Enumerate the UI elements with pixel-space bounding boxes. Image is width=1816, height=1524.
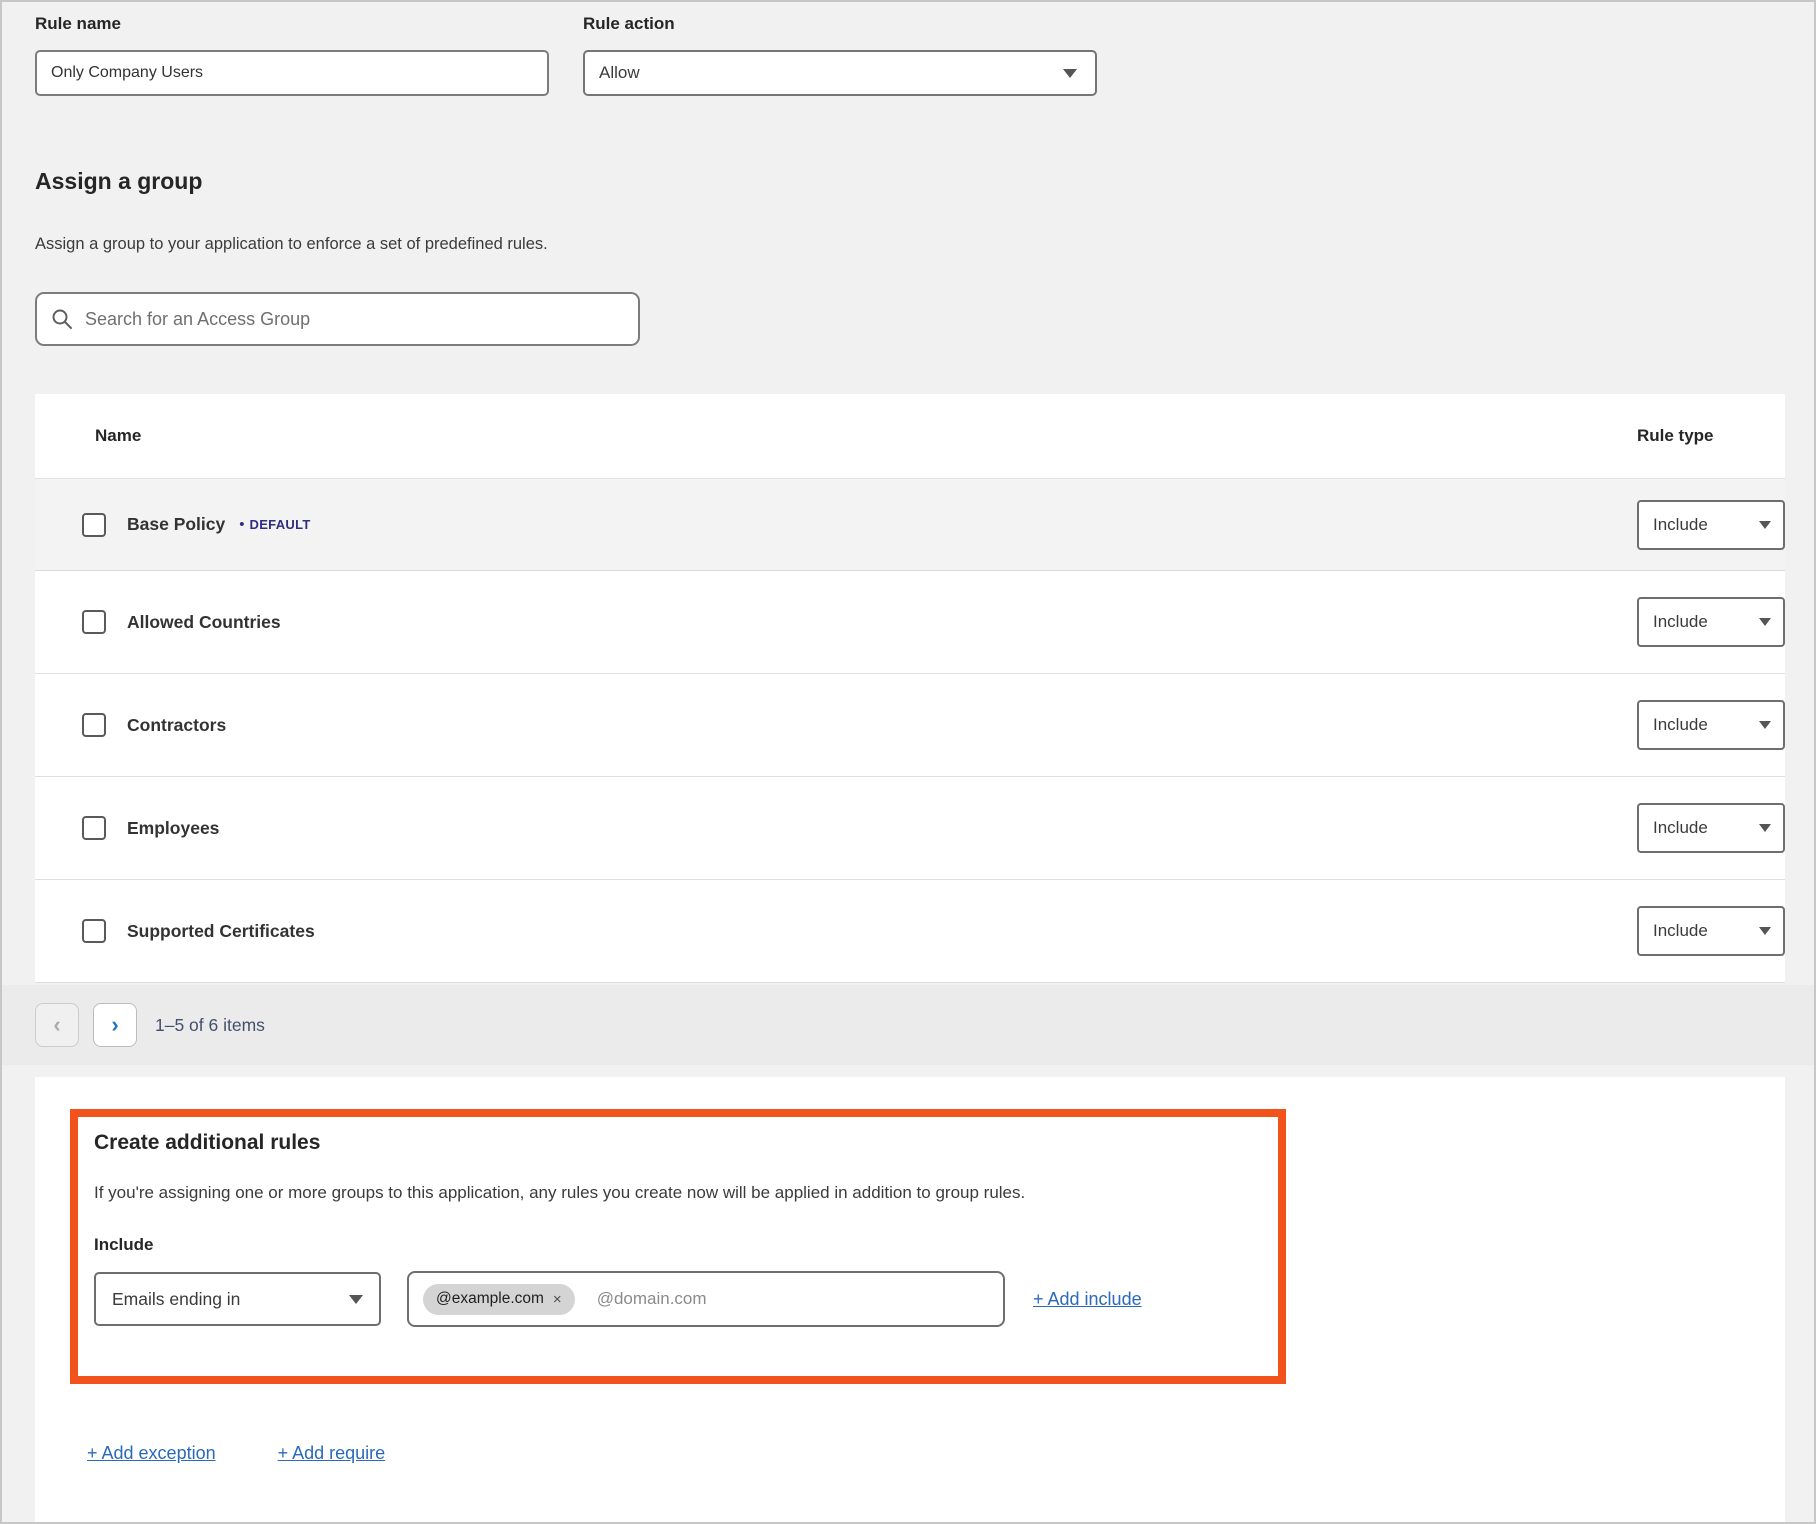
search-input[interactable]: [85, 309, 624, 330]
pagination-bar: ‹ › 1–5 of 6 items: [2, 985, 1814, 1065]
table-row-base-policy: Base Policy • DEFAULT Include: [35, 479, 1785, 571]
table-header: Name Rule type: [35, 394, 1785, 479]
default-badge-label: DEFAULT: [250, 517, 311, 532]
rule-type-select[interactable]: Include: [1637, 500, 1785, 550]
add-require-link[interactable]: + Add require: [278, 1443, 386, 1464]
default-badge: • DEFAULT: [239, 516, 310, 533]
rule-type-value: Include: [1653, 715, 1708, 735]
table-row-employees: Employees Include: [35, 777, 1785, 880]
access-groups-table: Name Rule type Base Policy • DEFAULT Inc…: [35, 394, 1785, 983]
rule-type-cell: Include: [1637, 803, 1785, 853]
group-name: Allowed Countries: [127, 612, 281, 633]
include-rule-builder: Emails ending in @example.com × + Add in…: [94, 1271, 1260, 1327]
table-row-contractors: Contractors Include: [35, 674, 1785, 777]
chevron-right-icon: ›: [111, 1012, 118, 1038]
rule-type-value: Include: [1653, 612, 1708, 632]
table-row-supported-certificates: Supported Certificates Include: [35, 880, 1785, 983]
chevron-down-icon: [1759, 927, 1771, 935]
create-additional-rules-card: Create additional rules If you're assign…: [35, 1077, 1785, 1524]
include-label: Include: [94, 1235, 1260, 1255]
condition-select[interactable]: Emails ending in: [94, 1272, 381, 1326]
email-domains-input[interactable]: @example.com ×: [407, 1271, 1005, 1327]
assign-group-heading: Assign a group: [35, 168, 202, 195]
highlight-annotation-box: Create additional rules If you're assign…: [70, 1109, 1286, 1384]
search-icon: [51, 308, 73, 330]
group-name: Contractors: [127, 715, 226, 736]
bullet-icon: •: [239, 516, 244, 533]
row-checkbox[interactable]: [82, 713, 106, 737]
chevron-down-icon: [1759, 521, 1771, 529]
rule-type-value: Include: [1653, 515, 1708, 535]
row-checkbox[interactable]: [82, 513, 106, 537]
rule-type-cell: Include: [1637, 906, 1785, 956]
chevron-left-icon: ‹: [53, 1012, 60, 1038]
rule-type-cell: Include: [1637, 597, 1785, 647]
table-row-allowed-countries: Allowed Countries Include: [35, 571, 1785, 674]
rule-type-select[interactable]: Include: [1637, 906, 1785, 956]
row-checkbox[interactable]: [82, 816, 106, 840]
group-name: Employees: [127, 818, 219, 839]
chevron-down-icon: [1759, 618, 1771, 626]
chevron-down-icon: [1063, 69, 1077, 78]
rule-type-cell: Include: [1637, 700, 1785, 750]
add-exception-link[interactable]: + Add exception: [87, 1443, 216, 1464]
assign-group-description: Assign a group to your application to en…: [35, 235, 548, 254]
group-name: Base Policy: [127, 514, 225, 535]
group-name: Supported Certificates: [127, 921, 315, 942]
chevron-down-icon: [1759, 824, 1771, 832]
rule-configuration-page: Rule name Rule action Allow Assign a gro…: [0, 0, 1816, 1524]
pagination-summary: 1–5 of 6 items: [155, 1015, 265, 1036]
tag-label: @example.com: [436, 1290, 544, 1308]
chevron-down-icon: [1759, 721, 1771, 729]
row-checkbox[interactable]: [82, 610, 106, 634]
chevron-down-icon: [349, 1295, 363, 1304]
remove-tag-icon[interactable]: ×: [553, 1291, 562, 1308]
add-include-link[interactable]: + Add include: [1033, 1289, 1142, 1310]
access-group-search[interactable]: [35, 292, 640, 346]
rule-type-value: Include: [1653, 818, 1708, 838]
email-domain-text-input[interactable]: [597, 1289, 989, 1309]
previous-page-button[interactable]: ‹: [35, 1003, 79, 1047]
next-page-button[interactable]: ›: [93, 1003, 137, 1047]
rule-action-value: Allow: [599, 63, 640, 83]
rule-type-select[interactable]: Include: [1637, 597, 1785, 647]
row-checkbox[interactable]: [82, 919, 106, 943]
rule-action-label: Rule action: [583, 14, 675, 34]
email-domain-tag: @example.com ×: [423, 1284, 575, 1315]
rule-name-label: Rule name: [35, 14, 121, 34]
rule-footer-links: + Add exception + Add require: [87, 1443, 385, 1464]
condition-value: Emails ending in: [112, 1289, 240, 1310]
rule-type-value: Include: [1653, 921, 1708, 941]
name-column-header: Name: [35, 426, 1637, 446]
rule-type-cell: Include: [1637, 500, 1785, 550]
create-additional-rules-description: If you're assigning one or more groups t…: [94, 1183, 1260, 1203]
rule-name-input[interactable]: [35, 50, 549, 96]
rule-type-select[interactable]: Include: [1637, 803, 1785, 853]
rule-type-column-header: Rule type: [1637, 426, 1785, 446]
rule-action-select[interactable]: Allow: [583, 50, 1097, 96]
rule-type-select[interactable]: Include: [1637, 700, 1785, 750]
create-additional-rules-heading: Create additional rules: [94, 1131, 1260, 1155]
